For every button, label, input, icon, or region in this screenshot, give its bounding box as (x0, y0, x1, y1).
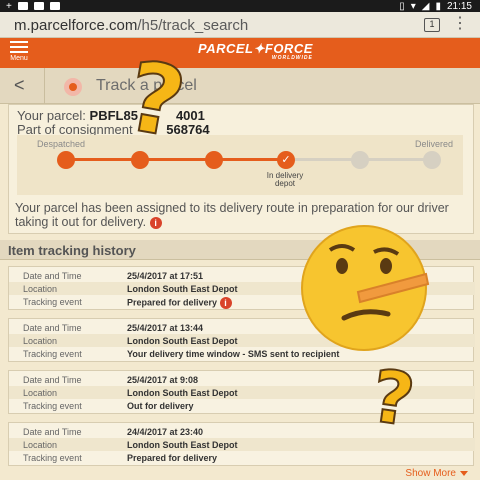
progress-fill (65, 158, 290, 161)
parcel-label: Your parcel: (17, 108, 86, 123)
url-domain: m.parcelforce.com (14, 17, 138, 34)
event-tracking-value: Prepared for delivery (127, 453, 218, 463)
vibrate-icon: ▯ (399, 0, 405, 12)
hamburger-icon (10, 41, 28, 53)
progress-step-5 (351, 151, 369, 169)
progress-step-current: ✓ (277, 151, 295, 169)
checkmark-icon: ✓ (281, 154, 291, 166)
progress-start-label: Despatched (37, 139, 86, 149)
progress-track (65, 158, 435, 161)
event-tracking-key: Tracking event (23, 349, 82, 359)
status-right-icons: ▯ ▾ ◢ ▮ 21:15 (399, 0, 472, 12)
event-date-value: 25/4/2017 at 17:51 (127, 271, 204, 281)
event-tracking-row: Tracking event Prepared for delivery (9, 451, 475, 464)
parcel-summary-card: Your parcel: PBFL85 4001 Part of consignm… (8, 104, 474, 234)
mail-icon (33, 2, 44, 10)
event-location-value: London South East Depot (127, 336, 238, 346)
browser-url-bar[interactable]: m.parcelforce.com/h5/track_search 1 ⋮ (0, 12, 480, 38)
screen-icon (49, 2, 60, 10)
event-tracking-key: Tracking event (23, 297, 82, 307)
event-tracking-key: Tracking event (23, 401, 82, 411)
event-date-value: 25/4/2017 at 9:08 (127, 375, 199, 385)
event-date-key: Date and Time (23, 323, 82, 333)
status-bar: + ▯ ▾ ◢ ▮ 21:15 (0, 0, 480, 12)
divider (44, 68, 45, 104)
event-location-value: London South East Depot (127, 284, 238, 294)
dropbox-icon (17, 2, 28, 10)
site-header: Menu PARCEL✦FORCE WORLDWIDE (0, 38, 480, 68)
event-tracking-key: Tracking event (23, 453, 82, 463)
tab-switcher-button[interactable]: 1 (424, 18, 440, 32)
event-location-key: Location (23, 336, 58, 346)
wifi-icon: ▾ (410, 0, 416, 12)
target-icon (64, 78, 82, 96)
thinking-face-icon (301, 225, 430, 351)
info-icon[interactable]: i (219, 297, 232, 309)
menu-button[interactable]: Menu (10, 41, 28, 62)
delivery-progress: Despatched Delivered ✓ In delivery depot (17, 135, 463, 195)
event-tracking-value: Out for delivery (127, 401, 194, 411)
event-tracking-value: Prepared for delivery i (127, 297, 232, 309)
event-location-value: London South East Depot (127, 440, 238, 450)
progress-step-6 (423, 151, 441, 169)
info-icon[interactable]: i (149, 216, 162, 229)
event-location-key: Location (23, 284, 58, 294)
clock: 21:15 (446, 0, 472, 12)
progress-step-1 (57, 151, 75, 169)
event-date-value: 25/4/2017 at 13:44 (127, 323, 204, 333)
event-date-key: Date and Time (23, 375, 82, 385)
history-heading-text: Item tracking history (8, 243, 136, 258)
chevron-down-icon (460, 470, 468, 476)
battery-icon: ▮ (435, 0, 441, 12)
overflow-menu-icon[interactable]: ⋮ (452, 16, 468, 32)
event-location-key: Location (23, 388, 58, 398)
back-button[interactable]: < (14, 75, 25, 96)
progress-end-label: Delivered (414, 139, 453, 149)
page-title-bar: < Track a parcel (0, 68, 480, 104)
show-more-button[interactable]: Show More (405, 468, 468, 479)
event-date-key: Date and Time (23, 271, 82, 281)
event-location-value: London South East Depot (127, 388, 238, 398)
status-left-icons: + (6, 0, 60, 12)
event-tracking-text: Prepared for delivery (127, 297, 218, 308)
event-date-key: Date and Time (23, 427, 82, 437)
event-date-value: 24/4/2017 at 23:40 (127, 427, 204, 437)
menu-label: Menu (10, 55, 28, 62)
url-field[interactable]: m.parcelforce.com/h5/track_search (14, 17, 248, 34)
parcelforce-logo[interactable]: PARCEL✦FORCE WORLDWIDE (198, 41, 313, 61)
progress-step-3 (205, 151, 223, 169)
event-location-key: Location (23, 440, 58, 450)
show-more-label: Show More (405, 468, 456, 479)
signal-icon: ◢ (421, 0, 430, 12)
plus-icon: + (6, 0, 12, 12)
url-path: /h5/track_search (137, 17, 249, 34)
current-step-label: In delivery depot (266, 171, 304, 188)
